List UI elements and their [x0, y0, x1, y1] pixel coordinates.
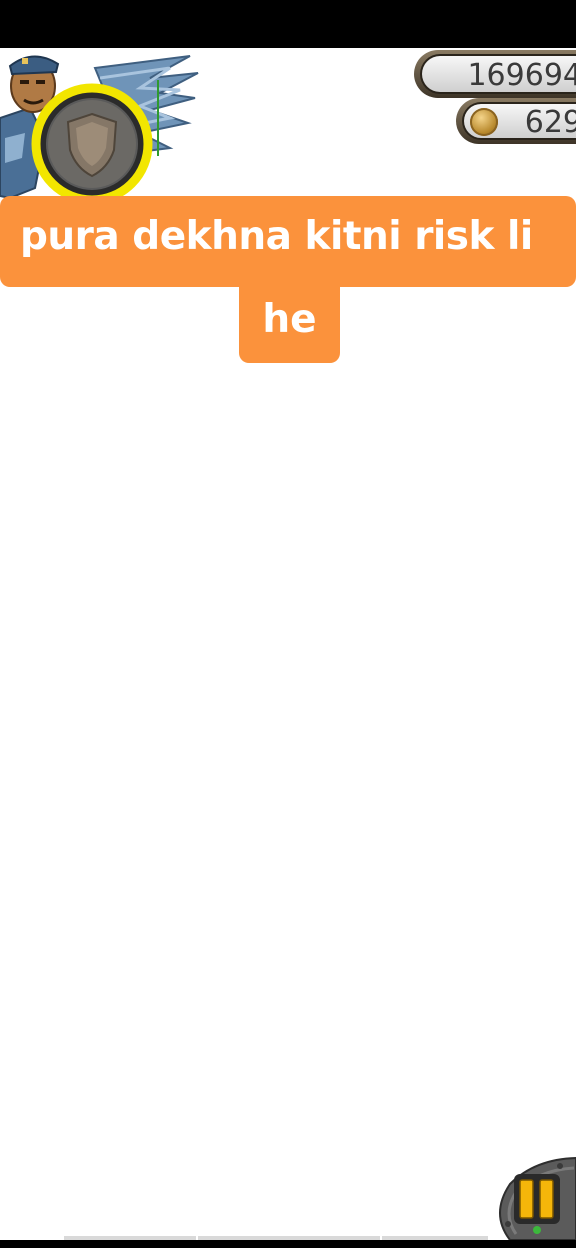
caption-text-1: pura dekhna kitni risk li	[20, 214, 533, 259]
caption-line-1: pura dekhna kitni risk li	[0, 196, 576, 287]
caption-line-2: he	[239, 287, 340, 363]
powerup-meter	[0, 48, 205, 203]
pause-button[interactable]	[490, 1154, 576, 1240]
score-panel: 169694	[420, 54, 576, 94]
gold-coin-icon	[470, 108, 498, 136]
caption-text-2: he	[262, 297, 317, 342]
score-display: 169694	[414, 50, 576, 98]
status-bar	[0, 0, 576, 48]
score-value: 169694	[467, 58, 576, 93]
coin-panel: 629	[462, 102, 576, 140]
navigation-bar	[0, 1240, 576, 1248]
coin-display: 629	[456, 98, 576, 144]
coin-count: 629	[524, 105, 576, 140]
